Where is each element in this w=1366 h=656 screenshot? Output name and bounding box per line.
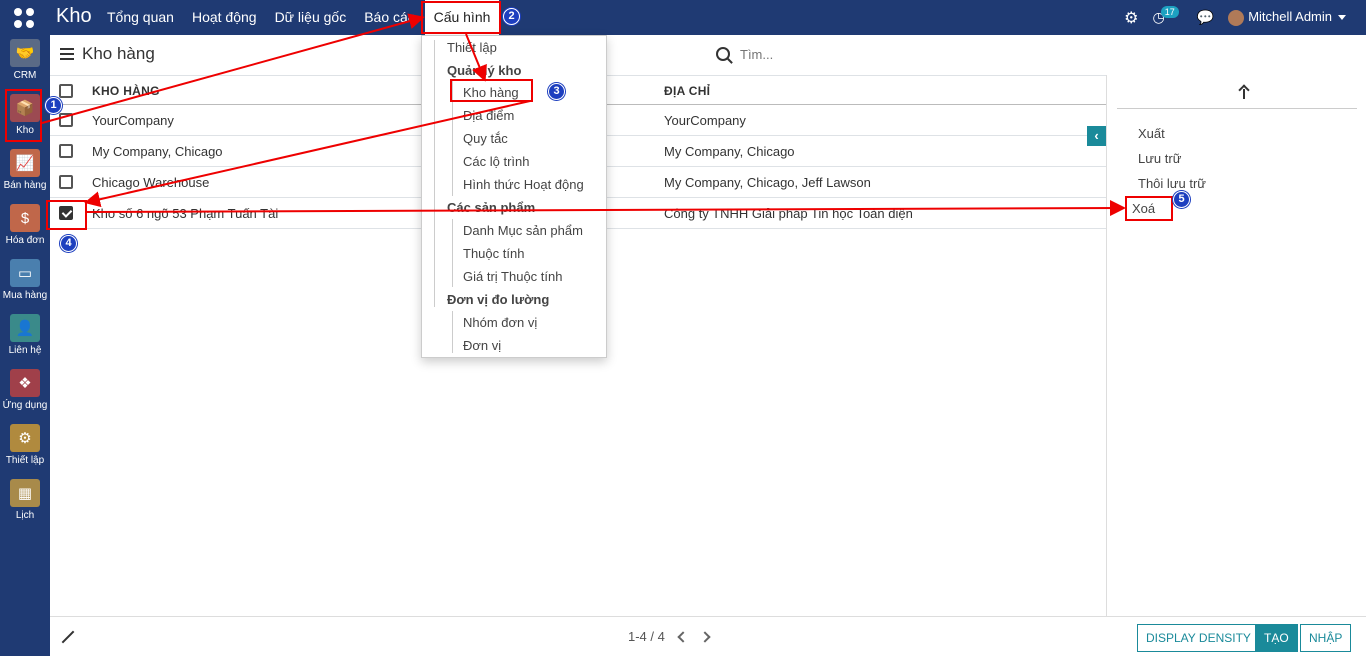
annotation-arrows — [41, 13, 1126, 217]
arrow-1-to-2 — [41, 13, 425, 124]
arrow-2-to-3 — [465, 33, 487, 82]
step-badge-2: 2 — [503, 8, 520, 25]
arrow-3-to-4 — [84, 100, 531, 208]
step-badge-1: 1 — [45, 97, 62, 114]
arrow-4-to-5 — [86, 200, 1126, 217]
step-badge-4: 4 — [60, 235, 77, 252]
step-badge-3: 3 — [548, 83, 565, 100]
step-badge-5: 5 — [1173, 191, 1190, 208]
